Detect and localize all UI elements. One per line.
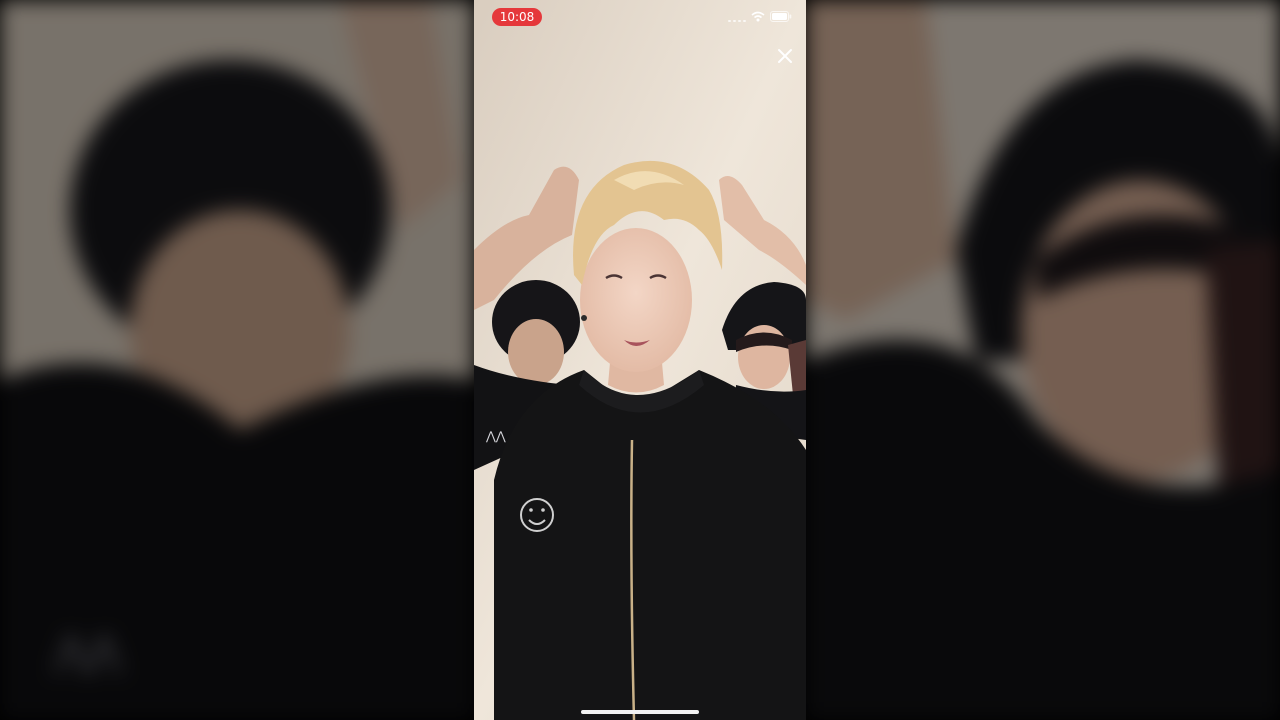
close-button[interactable]	[774, 45, 796, 67]
blurred-background-right	[806, 0, 1280, 720]
cellular-signal-icon	[728, 12, 746, 22]
svg-text:⋀⋀: ⋀⋀	[54, 629, 121, 675]
live-video-feed: ⋀⋀	[474, 0, 806, 720]
status-time[interactable]: 10:08	[492, 8, 542, 26]
wifi-icon	[751, 11, 765, 22]
live-stream-viewer: ⋀⋀ ⋀⋀ 10:08	[0, 0, 1280, 720]
close-icon	[778, 49, 792, 63]
battery-icon	[770, 11, 792, 22]
blurred-background-left: ⋀⋀	[0, 0, 474, 720]
status-icons	[728, 11, 792, 22]
svg-text:⋀⋀: ⋀⋀	[485, 429, 506, 443]
phone-screen: ⋀⋀ 10:08	[474, 0, 806, 720]
status-bar: 10:08	[474, 0, 806, 34]
home-indicator[interactable]	[581, 710, 699, 714]
